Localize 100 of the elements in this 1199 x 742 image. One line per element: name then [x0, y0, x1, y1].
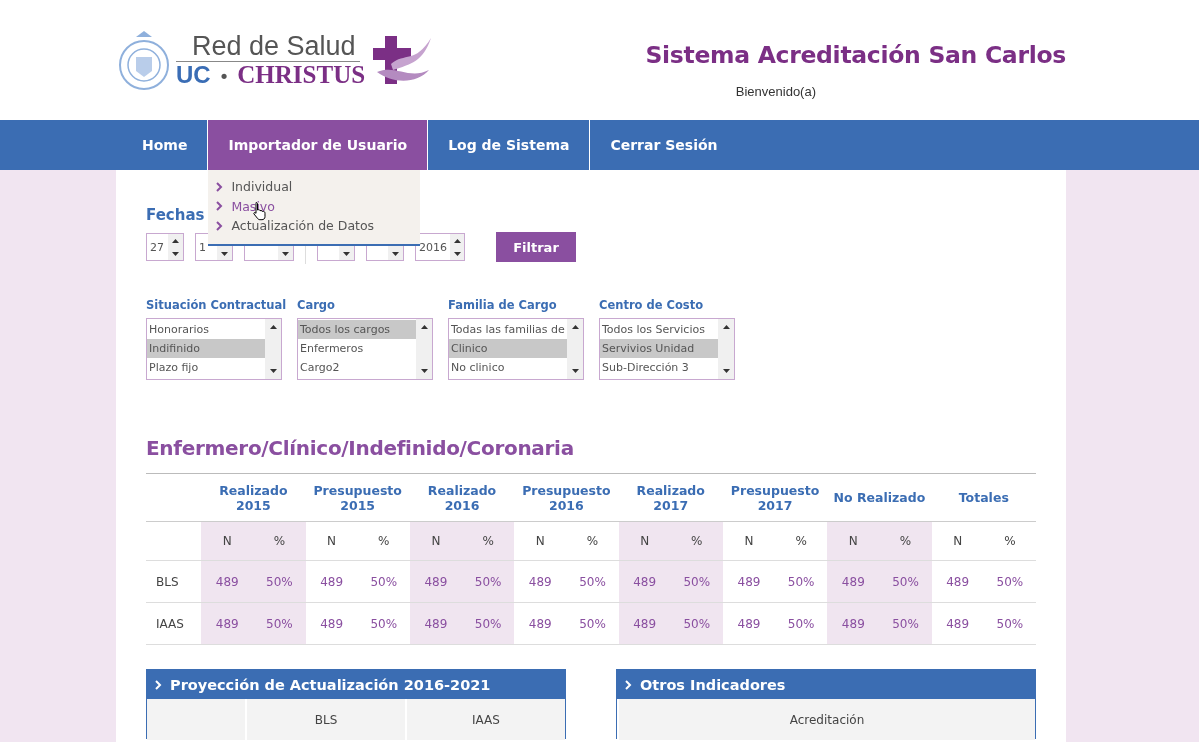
list-box[interactable]: Todos los Servicios Servivios Unidad Sub-Dirección 3	[599, 318, 735, 380]
column-header: Totales	[931, 473, 1036, 522]
down-arrow-icon[interactable]	[722, 369, 730, 373]
nav-tab[interactable]: Importador de Usuario	[208, 120, 428, 170]
panel-header[interactable]: Otros Indicadores	[617, 670, 1035, 699]
nav-tab[interactable]: Cerrar Sesión	[590, 120, 738, 170]
table-cell: 489	[201, 560, 254, 603]
up-arrow-icon[interactable]	[420, 325, 428, 329]
column-subheader: %	[879, 521, 932, 561]
filter-label: Situación Contractual	[146, 298, 287, 313]
table-cell: 50%	[566, 560, 619, 603]
up-arrow-icon[interactable]	[453, 238, 461, 243]
logo-text: UC	[176, 61, 211, 88]
table-cell: 489	[931, 602, 984, 645]
column-subheader: N	[409, 521, 463, 561]
table-cell: 489	[827, 602, 880, 645]
list-option[interactable]: Enfermeros	[298, 339, 416, 358]
scrollbar[interactable]	[567, 319, 583, 379]
down-arrow-icon[interactable]	[392, 251, 399, 256]
column-header: Acreditación	[617, 699, 1035, 740]
list-option[interactable]: Todas las familias de	[449, 320, 567, 339]
chevron-icon	[216, 220, 224, 231]
table-cell: 489	[931, 560, 984, 603]
column-header: No Realizado	[827, 473, 932, 522]
down-arrow-icon[interactable]	[343, 251, 350, 256]
list-option[interactable]: Servivios Unidad	[600, 339, 718, 358]
list-option[interactable]: Sub-Dirección 3	[600, 358, 718, 377]
table-cell: 50%	[462, 560, 515, 603]
panel-header[interactable]: Proyección de Actualización 2016-2021	[147, 670, 565, 699]
down-arrow-icon[interactable]	[571, 369, 579, 373]
column-header: Presupuesto 2015	[305, 473, 410, 522]
table-cell: 489	[305, 560, 358, 603]
table-cell: 50%	[357, 560, 410, 603]
seal-icon	[118, 29, 170, 91]
list-option[interactable]: Todos los cargos	[298, 320, 416, 339]
up-arrow-icon[interactable]	[172, 238, 179, 243]
table-cell: 50%	[566, 602, 619, 645]
list-option[interactable]: Clinico	[449, 339, 567, 358]
list-option[interactable]: Todos los Servicios	[600, 320, 718, 339]
column-header: Presupuesto 2017	[722, 473, 828, 522]
down-arrow-icon[interactable]	[420, 369, 428, 373]
menu-item[interactable]: Individual	[231, 179, 293, 195]
scrollbar[interactable]	[416, 319, 432, 379]
list-box[interactable]: Todas las familias de Clinico No clinico	[448, 318, 584, 380]
column-subheader: N	[618, 521, 671, 561]
logo-text: Red de Salud	[176, 30, 360, 62]
table-cell: 50%	[253, 560, 306, 603]
down-arrow-icon[interactable]	[172, 251, 179, 256]
up-arrow-icon[interactable]	[571, 325, 579, 329]
column-header: BLS	[245, 699, 405, 740]
down-arrow-icon[interactable]	[282, 251, 289, 256]
column-header: Realizado 2017	[618, 473, 723, 522]
number-spinner[interactable]: 2016	[415, 233, 465, 261]
chevron-icon	[155, 679, 162, 690]
column-subheader: N	[931, 521, 984, 561]
table-cell: 489	[618, 560, 671, 603]
column-subheader: N	[722, 521, 776, 561]
filter-label: Centro de Costo	[599, 298, 704, 313]
chevron-icon	[216, 201, 224, 212]
app-title: Sistema Acreditación San Carlos	[645, 40, 1066, 71]
menu-item[interactable]: Actualización de Datos	[231, 218, 375, 234]
logo-text: CHRISTUS	[237, 61, 366, 88]
table-cell: 50%	[879, 602, 932, 645]
list-option[interactable]: Plazo fijo	[147, 358, 265, 377]
logo-text: •	[218, 64, 230, 89]
column-subheader: %	[253, 521, 306, 561]
spinner-value: 1	[198, 239, 207, 256]
scrollbar[interactable]	[265, 319, 281, 379]
column-subheader: %	[566, 521, 619, 561]
table-cell: 489	[722, 602, 776, 645]
column-subheader: %	[357, 521, 410, 561]
up-arrow-icon[interactable]	[722, 325, 730, 329]
number-spinner[interactable]: 27	[146, 233, 184, 261]
list-box[interactable]: Todos los cargos Enfermeros Cargo2	[297, 318, 433, 380]
list-option[interactable]: Honorarios	[147, 320, 265, 339]
table-cell: 489	[722, 560, 776, 603]
list-option[interactable]: No clinico	[449, 358, 567, 377]
down-arrow-icon[interactable]	[269, 369, 277, 373]
spinner-value: 27	[149, 239, 165, 256]
filter-button[interactable]: Filtrar	[496, 232, 576, 262]
spinner-value: 2016	[418, 239, 448, 256]
table-cell: 50%	[253, 602, 306, 645]
up-arrow-icon[interactable]	[269, 325, 277, 329]
column-subheader: N	[305, 521, 358, 561]
filter-label: Cargo	[297, 298, 335, 313]
table-cell: 50%	[670, 602, 723, 645]
down-arrow-icon[interactable]	[221, 251, 228, 256]
table-cell: 50%	[462, 602, 515, 645]
column-subheader: N	[514, 521, 567, 561]
scrollbar[interactable]	[718, 319, 734, 379]
list-option[interactable]: Indifinido	[147, 339, 265, 358]
table-cell: 489	[305, 602, 358, 645]
column-subheader: %	[670, 521, 723, 561]
list-box[interactable]: Honorarios Indifinido Plazo fijo	[146, 318, 282, 380]
list-option[interactable]: Cargo2	[298, 358, 416, 377]
down-arrow-icon[interactable]	[453, 251, 461, 256]
nav-tab[interactable]: Log de Sistema	[428, 120, 590, 170]
table-cell: 489	[409, 560, 463, 603]
column-header: Presupuesto 2016	[514, 473, 619, 522]
nav-tab[interactable]: Home	[122, 120, 208, 170]
